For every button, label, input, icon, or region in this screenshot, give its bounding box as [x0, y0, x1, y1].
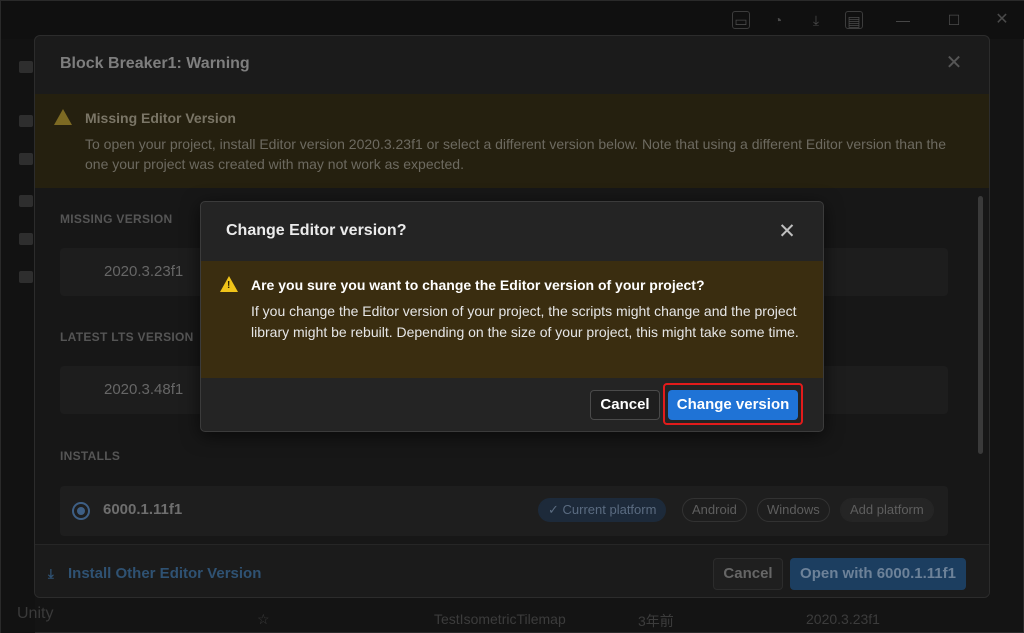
- exclamation-icon: !: [227, 280, 231, 291]
- window-titlebar: ▭ ◔ ⤓ ▤ — ☐ ✕: [1, 1, 1024, 39]
- warning-dialog-title: Block Breaker1: Warning: [60, 55, 250, 72]
- change-body: If you change the Editor version of your…: [251, 303, 799, 340]
- chip-windows: Windows: [757, 498, 830, 522]
- install-other-editor-link[interactable]: ⤓ Install Other Editor Version: [48, 565, 262, 582]
- close-icon[interactable]: ✕: [993, 11, 1011, 29]
- star-icon: ☆: [257, 611, 270, 627]
- cancel-button[interactable]: Cancel: [713, 558, 783, 590]
- hub-app-label: Unity: [17, 605, 54, 622]
- download-icon[interactable]: ⤓: [807, 11, 825, 29]
- open-with-button[interactable]: Open with 6000.1.11f1: [790, 558, 966, 590]
- missing-version-value: 2020.3.23f1: [104, 263, 184, 280]
- scrollbar[interactable]: [978, 196, 983, 454]
- warning-icon: [54, 109, 72, 125]
- maximize-icon[interactable]: ☐: [945, 11, 963, 29]
- background-project-row: ☆ TestIsometricTilemap 3年前 2020.3.23f1: [241, 607, 1024, 633]
- learn-icon[interactable]: [19, 195, 33, 207]
- banner-body: To open your project, install Editor ver…: [85, 136, 946, 172]
- chip-current-platform: ✓ Current platform: [538, 498, 667, 522]
- download-icon: ⤓: [48, 566, 54, 581]
- project-modified: 3年前: [638, 613, 674, 629]
- change-heading: Are you sure you want to change the Edit…: [251, 277, 705, 293]
- warning-dialog-footer: ⤓ Install Other Editor Version Cancel Op…: [35, 544, 989, 597]
- layout-icon[interactable]: ▭: [732, 11, 750, 29]
- project-name: TestIsometricTilemap: [434, 611, 566, 627]
- change-dialog-title: Change Editor version?: [226, 222, 407, 239]
- hub-sidebar: [1, 39, 35, 633]
- project-editor-version: 2020.3.23f1: [806, 611, 880, 627]
- folder-icon[interactable]: [19, 115, 33, 127]
- install-version: 6000.1.11f1: [103, 501, 183, 518]
- community-icon[interactable]: [19, 233, 33, 245]
- change-version-button[interactable]: Change version: [668, 390, 798, 420]
- projects-icon[interactable]: [19, 61, 33, 73]
- account-icon[interactable]: ▤: [845, 11, 863, 29]
- installs-label: INSTALLS: [60, 449, 121, 463]
- close-icon[interactable]: ✕: [943, 52, 965, 74]
- chip-android: Android: [682, 498, 747, 522]
- latest-lts-value: 2020.3.48f1: [104, 381, 184, 398]
- install-row[interactable]: 6000.1.11f1 ✓ Current platform Android W…: [60, 486, 948, 536]
- install-other-label: Install Other Editor Version: [68, 565, 262, 582]
- add-platform-button[interactable]: Add platform: [840, 498, 934, 522]
- cancel-button[interactable]: Cancel: [590, 390, 660, 420]
- settings-icon[interactable]: [19, 271, 33, 283]
- minimize-icon[interactable]: —: [894, 11, 912, 29]
- install-radio[interactable]: [72, 502, 90, 520]
- missing-version-label: MISSING VERSION: [60, 212, 173, 226]
- change-version-dialog: Change Editor version? ✕ ! Are you sure …: [200, 201, 824, 432]
- close-icon[interactable]: ✕: [775, 220, 799, 244]
- chip-current-label: Current platform: [562, 502, 657, 517]
- installs-icon[interactable]: [19, 153, 33, 165]
- latest-lts-label: LATEST LTS VERSION: [60, 330, 194, 344]
- check-icon: ✓: [548, 502, 563, 517]
- banner-heading: Missing Editor Version: [85, 110, 236, 126]
- missing-version-banner: Missing Editor Version To open your proj…: [35, 94, 989, 188]
- sync-icon[interactable]: ◔: [769, 11, 787, 29]
- change-warning-banner: ! Are you sure you want to change the Ed…: [201, 261, 823, 378]
